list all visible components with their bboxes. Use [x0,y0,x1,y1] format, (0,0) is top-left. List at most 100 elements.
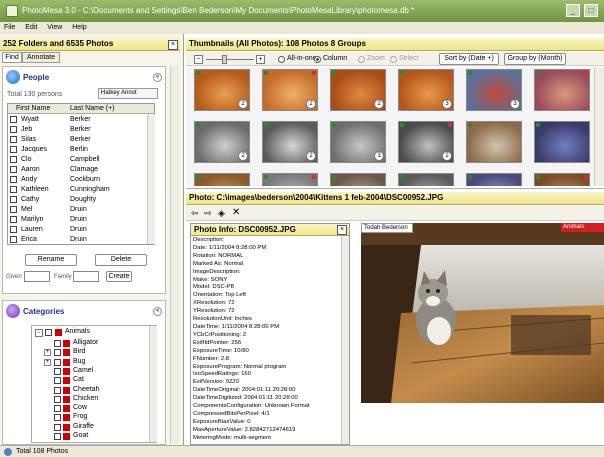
person-checkbox[interactable] [10,126,17,133]
category-checkbox[interactable] [54,349,61,357]
person-checkbox[interactable] [10,206,17,213]
menu-file[interactable]: File [4,24,15,31]
person-checkbox[interactable] [10,196,17,203]
person-checkbox[interactable] [10,156,17,163]
people-row[interactable]: Marilyn Druin [8,215,146,225]
zoom-slider-thumb[interactable] [222,55,227,64]
menu-view[interactable]: View [47,24,62,31]
photo-thumbnail[interactable] [194,173,250,186]
photo-thumbnail[interactable]: 3 [330,121,386,163]
menu-edit[interactable]: Edit [25,24,37,31]
photo-thumbnail[interactable]: 2 [330,69,386,111]
tab-annotate[interactable]: Annotate [22,52,60,63]
person-tag-label[interactable]: Todah Bederson [361,223,413,233]
family-name-input[interactable] [73,271,99,282]
tree-expand-icon[interactable]: + [44,358,51,366]
thumbnails-scrollbar[interactable] [594,67,604,186]
person-checkbox[interactable] [10,166,17,173]
category-row[interactable]: + Bird [32,348,147,357]
people-row[interactable]: Andy Cockburn [8,175,146,185]
category-row[interactable]: Giraffe [32,423,147,432]
rename-button[interactable]: Rename [25,254,77,266]
person-checkbox[interactable] [10,136,17,143]
category-tag-label[interactable]: Animals [561,223,604,232]
person-checkbox[interactable] [10,236,17,243]
people-collapse-icon[interactable]: « [153,73,162,82]
photo-thumbnail[interactable] [466,121,522,163]
allinone-radio[interactable] [278,56,285,63]
remove-icon[interactable]: ✕ [232,207,240,218]
category-row[interactable]: Cat [32,376,147,385]
maximize-button[interactable]: □ [584,4,598,17]
tab-find[interactable]: Find [2,52,22,63]
category-row[interactable]: Cow [32,404,147,413]
column-last-name[interactable]: Last Name (+) [70,105,115,112]
tree-expand-icon[interactable]: + [44,349,51,357]
photo-thumbnail[interactable]: 3 [398,69,454,111]
people-row[interactable]: Lauren Druin [8,225,146,235]
category-checkbox[interactable] [54,367,61,375]
categories-scrollbar[interactable] [149,326,157,442]
category-row[interactable]: Goat [32,432,147,441]
zoom-out-button[interactable]: − [194,55,203,64]
info-scrollbar[interactable] [341,236,349,444]
people-row[interactable]: Silas Berker [8,135,146,145]
photo-thumbnail[interactable]: 3 [466,69,522,111]
category-checkbox[interactable] [54,414,61,422]
photo-thumbnail[interactable]: 2 [262,121,318,163]
person-checkbox[interactable] [10,216,17,223]
photo-thumbnail[interactable]: 2 [194,121,250,163]
delete-button[interactable]: Delete [95,254,147,266]
category-row[interactable]: Camel [32,367,147,376]
category-row[interactable]: Chicken [32,395,147,404]
category-checkbox[interactable] [54,358,61,366]
category-checkbox[interactable] [54,340,61,347]
people-row[interactable]: Jeb Berker [8,125,146,135]
people-row[interactable]: Kathleen Cunningham [8,185,146,195]
photo-thumbnail[interactable] [534,69,590,111]
photo-thumbnail[interactable] [398,173,454,186]
menu-help[interactable]: Help [72,24,86,31]
create-button[interactable]: Create [106,271,132,282]
person-checkbox[interactable] [10,186,17,193]
left-panel-scrollbar[interactable] [170,66,179,444]
person-checkbox[interactable] [10,176,17,183]
category-checkbox[interactable] [54,423,61,431]
given-name-input[interactable] [24,271,50,282]
group-button[interactable]: Group by (Month) [504,53,566,65]
photo-view[interactable]: Todah Bederson Animals [361,223,604,403]
photo-thumbnail[interactable] [534,121,590,163]
person-checkbox[interactable] [10,226,17,233]
photo-thumbnail[interactable]: 2 [262,69,318,111]
photo-thumbnail[interactable]: 2 [398,121,454,163]
people-filter-select[interactable]: Hatkey Annot [98,88,158,99]
photo-thumbnail[interactable] [534,173,590,186]
person-checkbox[interactable] [10,146,17,153]
sort-button[interactable]: Sort by (Date +) [439,53,499,65]
category-checkbox[interactable] [54,395,61,403]
photo-thumbnail[interactable]: 2 [194,69,250,111]
zoom-in-button[interactable]: + [256,55,265,64]
people-row[interactable]: Jacques Berlin [8,145,146,155]
column-first-name[interactable]: First Name [16,105,50,112]
tree-collapse-icon[interactable]: − [35,329,43,337]
select-radio[interactable] [390,56,397,63]
photo-thumbnail[interactable] [330,173,386,186]
zoom-radio[interactable] [358,56,365,63]
minimize-button[interactable]: _ [566,4,580,17]
column-radio[interactable] [314,56,321,63]
people-row[interactable]: Clo Campbell [8,155,146,165]
people-scrollbar[interactable] [147,114,155,244]
category-row[interactable]: + Bug [32,358,147,367]
photo-thumbnail[interactable] [466,173,522,186]
category-checkbox[interactable] [54,433,61,440]
tag-icon[interactable]: ◈ [218,208,225,219]
people-row[interactable]: Aaron Clamage [8,165,146,175]
category-checkbox[interactable] [54,377,61,385]
photo-thumbnail[interactable] [262,173,318,186]
category-checkbox[interactable] [45,329,52,336]
close-left-panel-button[interactable]: × [168,40,178,50]
category-checkbox[interactable] [54,405,61,413]
zoom-slider-track[interactable] [206,59,254,60]
category-checkbox[interactable] [54,386,61,394]
